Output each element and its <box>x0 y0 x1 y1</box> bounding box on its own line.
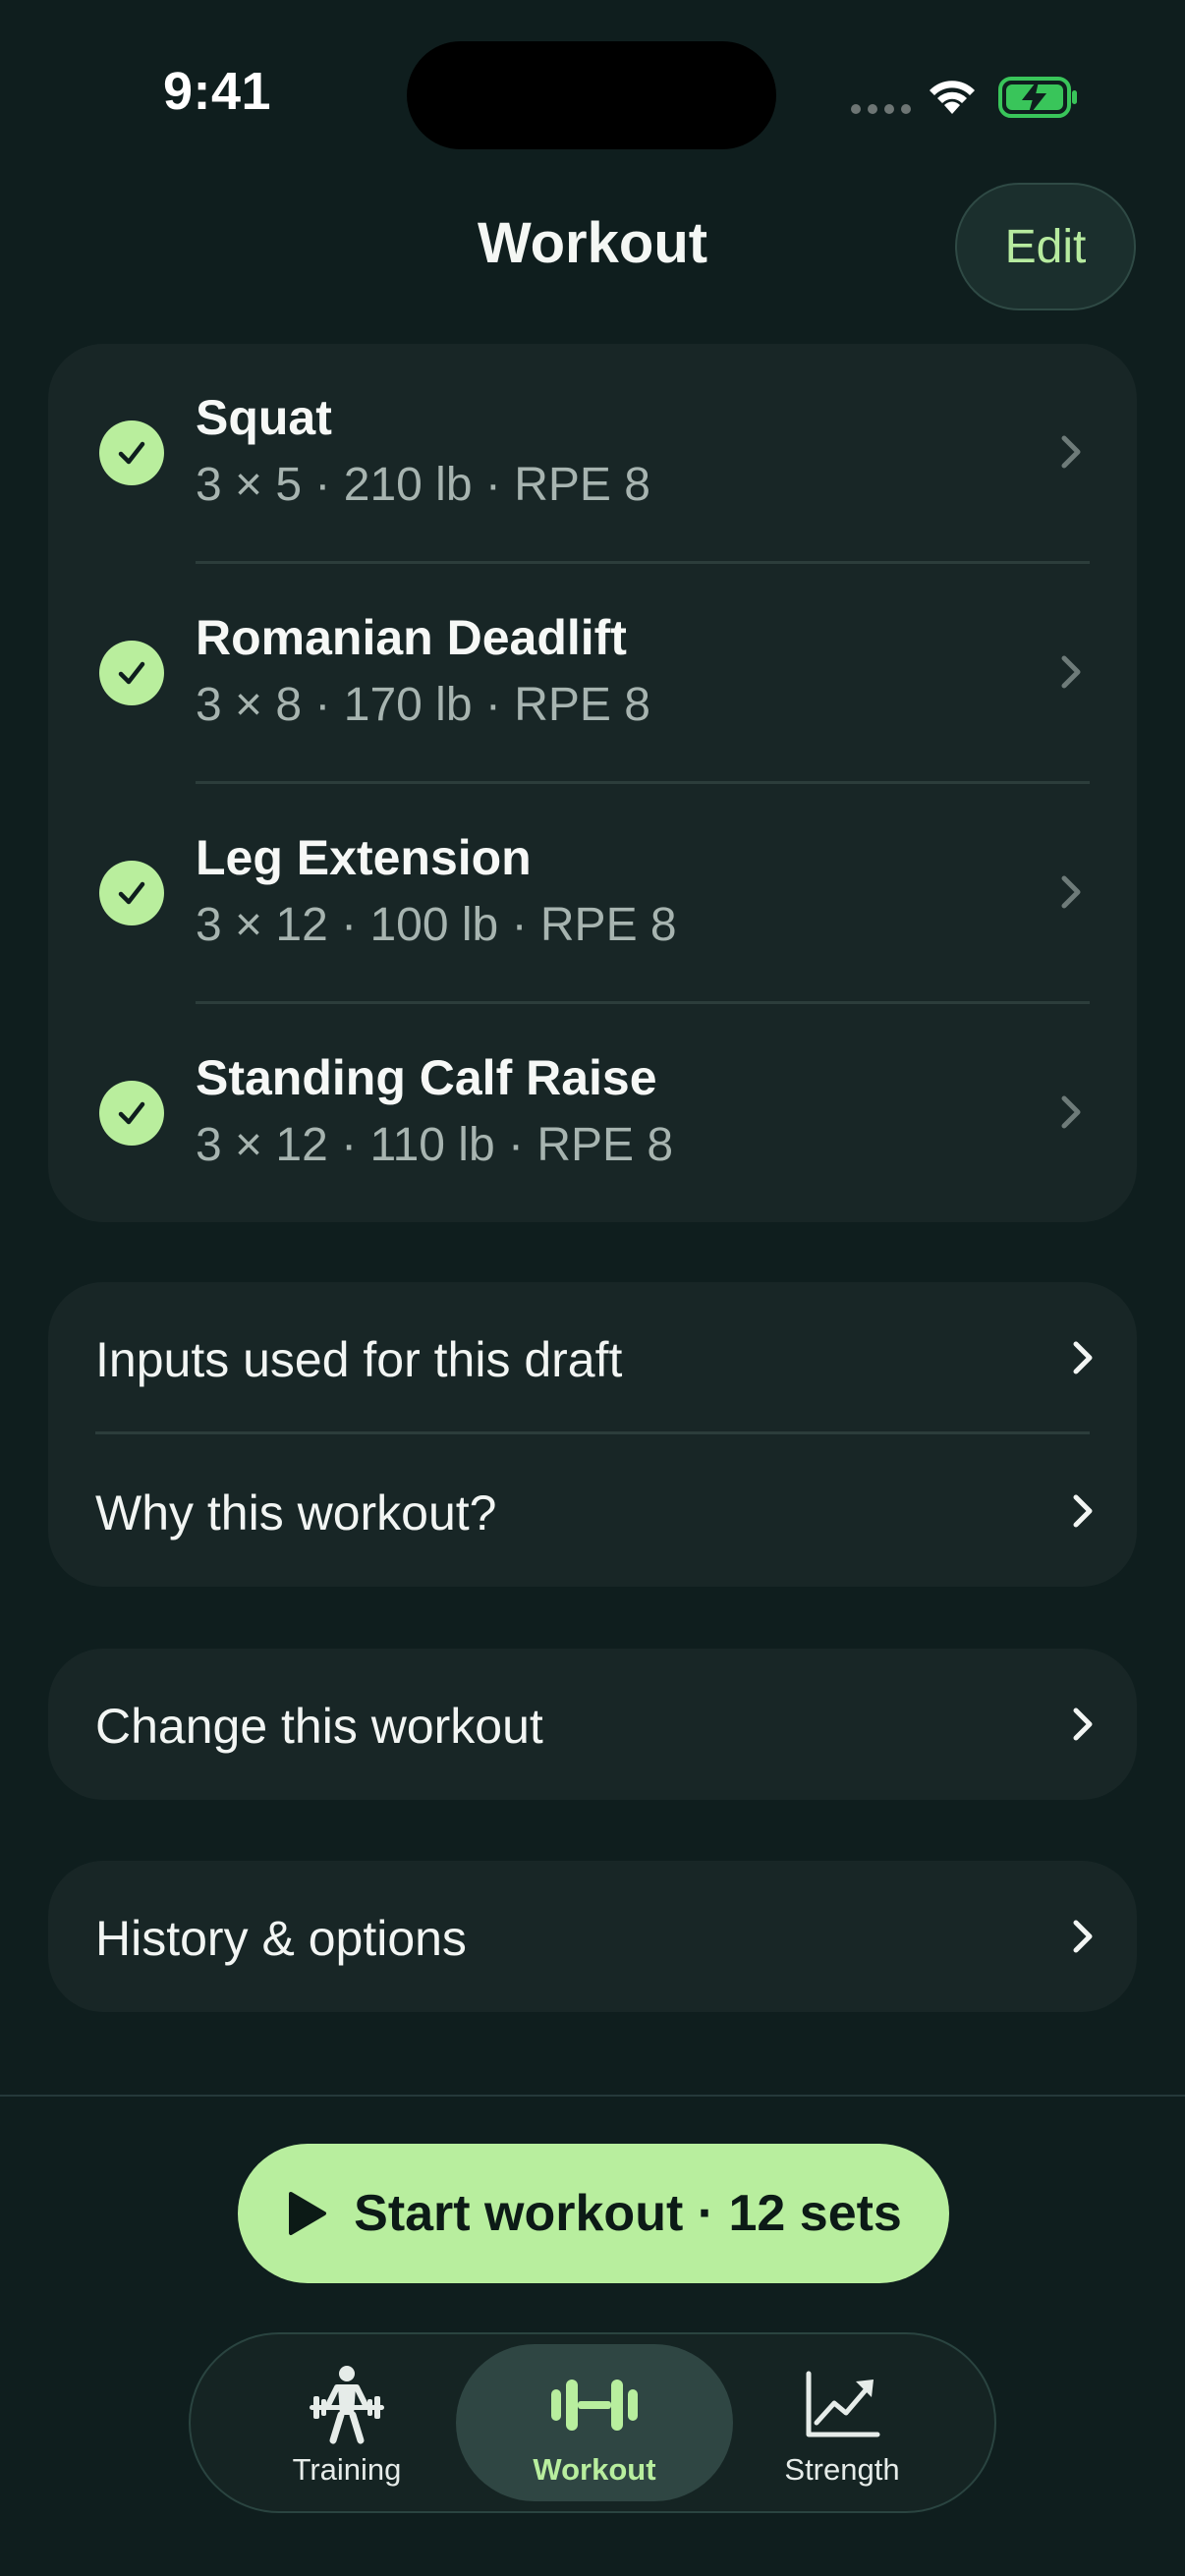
exercise-detail: 3 × 12 · 110 lb · RPE 8 <box>196 1119 674 1171</box>
link-label: History & options <box>95 1911 467 1966</box>
exercise-detail: 3 × 12 · 100 lb · RPE 8 <box>196 899 677 951</box>
start-workout-button[interactable]: Start workout · 12 sets <box>238 2144 949 2283</box>
chevron-right-icon <box>1073 1920 1093 1953</box>
exercise-name: Romanian Deadlift <box>196 610 627 665</box>
chevron-right-icon <box>1061 1095 1081 1129</box>
tab-label: Strength <box>784 2452 900 2487</box>
tab-bar: Training Workout Strength <box>189 2332 996 2513</box>
change-workout-card[interactable]: Change this workout <box>48 1649 1137 1800</box>
play-icon <box>289 2192 327 2235</box>
exercise-row-leg-extension[interactable]: Leg Extension 3 × 12 · 100 lb · RPE 8 <box>48 784 1137 1004</box>
completed-check-icon <box>99 1081 164 1146</box>
tab-strength[interactable]: Strength <box>704 2344 981 2501</box>
cellular-signal-icon <box>851 104 911 114</box>
completed-check-icon <box>99 861 164 925</box>
exercise-row-standing-calf-raise[interactable]: Standing Calf Raise 3 × 12 · 110 lb · RP… <box>48 1004 1137 1224</box>
exercise-name: Standing Calf Raise <box>196 1050 657 1105</box>
tab-label: Workout <box>533 2452 656 2487</box>
inputs-used-link[interactable]: Inputs used for this draft <box>48 1282 1137 1433</box>
history-options-card[interactable]: History & options <box>48 1861 1137 2012</box>
chevron-right-icon <box>1073 1494 1093 1528</box>
link-label: Inputs used for this draft <box>95 1332 623 1387</box>
completed-check-icon <box>99 641 164 705</box>
info-links-card: Inputs used for this draft Why this work… <box>48 1282 1137 1587</box>
chevron-right-icon <box>1073 1341 1093 1374</box>
chevron-right-icon <box>1061 655 1081 689</box>
link-label: Change this workout <box>95 1699 543 1754</box>
battery-charging-icon <box>998 77 1077 118</box>
trend-chart-icon <box>806 2371 880 2437</box>
tab-workout[interactable]: Workout <box>456 2344 733 2501</box>
exercise-detail: 3 × 5 · 210 lb · RPE 8 <box>196 459 650 511</box>
edit-button[interactable]: Edit <box>955 183 1136 310</box>
why-this-workout-link[interactable]: Why this workout? <box>48 1435 1137 1587</box>
exercise-row-romanian-deadlift[interactable]: Romanian Deadlift 3 × 8 · 170 lb · RPE 8 <box>48 564 1137 784</box>
bottom-separator <box>0 2095 1185 2097</box>
divider <box>95 1431 1090 1434</box>
exercise-list: Squat 3 × 5 · 210 lb · RPE 8 Romanian De… <box>48 344 1137 1222</box>
dynamic-island <box>407 41 776 149</box>
exercise-row-squat[interactable]: Squat 3 × 5 · 210 lb · RPE 8 <box>48 344 1137 564</box>
tab-training[interactable]: Training <box>208 2344 485 2501</box>
exercise-detail: 3 × 8 · 170 lb · RPE 8 <box>196 679 650 731</box>
weightlifter-icon <box>310 2366 384 2444</box>
tab-label: Training <box>292 2452 402 2487</box>
chevron-right-icon <box>1061 435 1081 469</box>
wifi-icon <box>930 81 975 114</box>
link-label: Why this workout? <box>95 1485 497 1540</box>
completed-check-icon <box>99 420 164 485</box>
exercise-name: Squat <box>196 390 332 445</box>
chevron-right-icon <box>1061 875 1081 909</box>
dumbbell-icon <box>551 2380 638 2431</box>
exercise-name: Leg Extension <box>196 830 532 885</box>
status-time: 9:41 <box>163 62 272 121</box>
start-workout-label: Start workout · 12 sets <box>354 2185 902 2242</box>
chevron-right-icon <box>1073 1708 1093 1741</box>
